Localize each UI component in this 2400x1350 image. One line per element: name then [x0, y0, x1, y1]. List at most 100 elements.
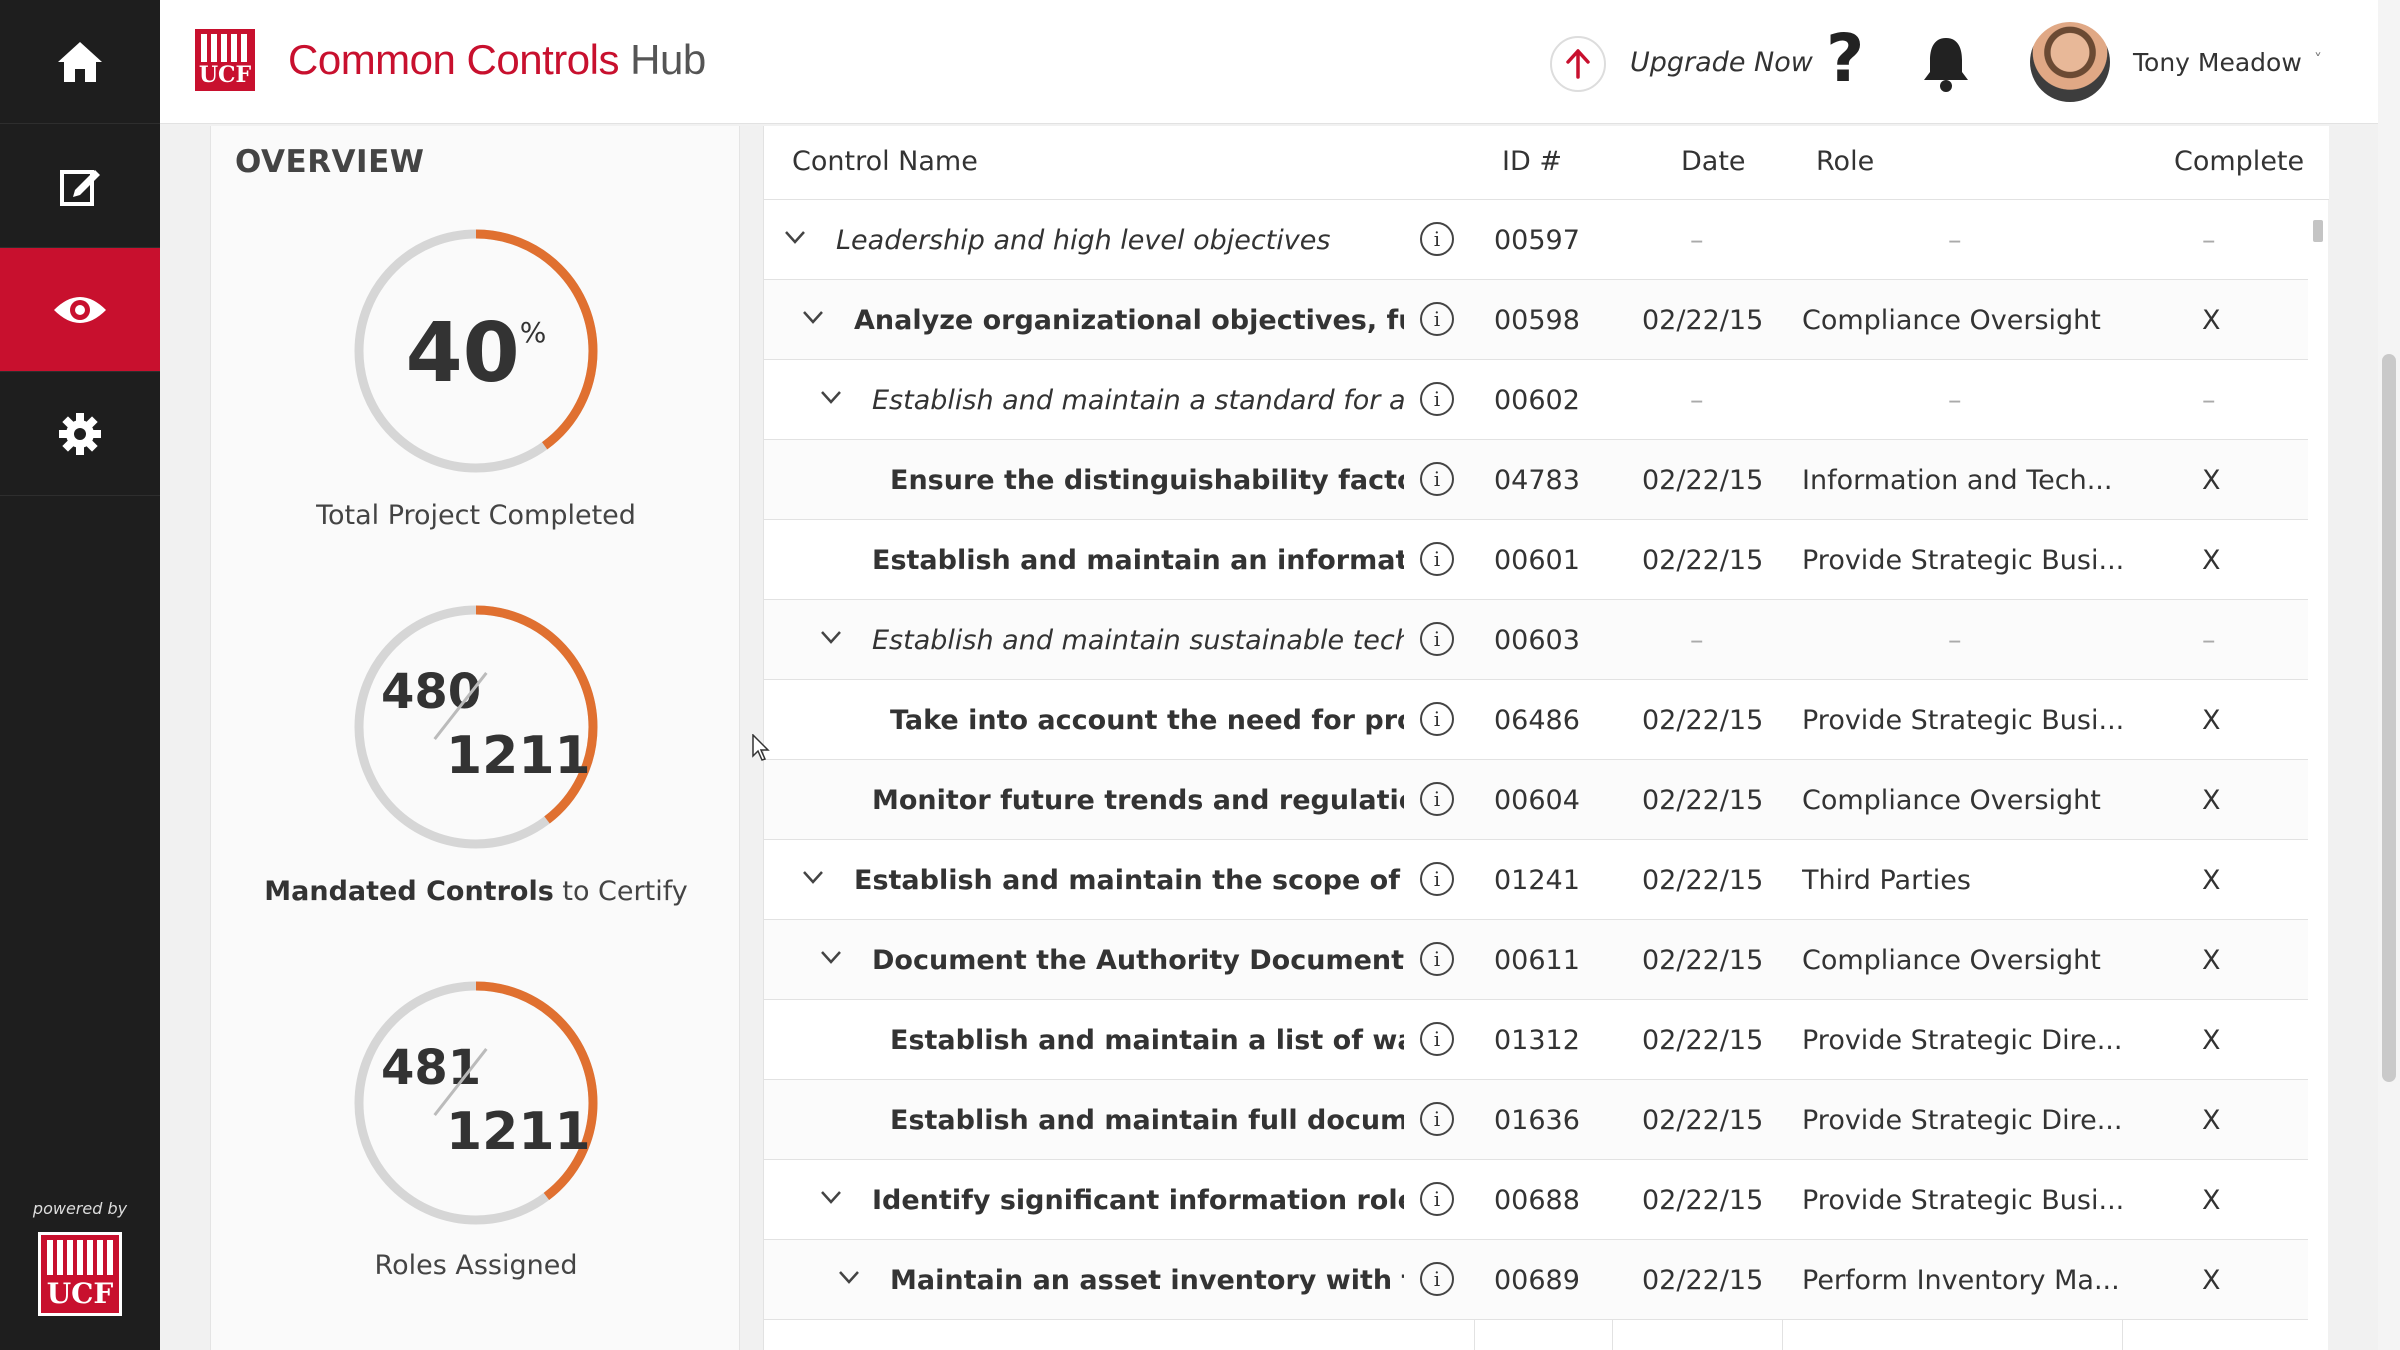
ring-roles-assigned: 481 1211 [351, 978, 601, 1228]
control-name[interactable]: Ensure the distinguishability facto... [890, 440, 1404, 520]
sidebar-item-home[interactable] [0, 0, 160, 124]
chevron-down-icon[interactable] [838, 1266, 860, 1288]
control-complete: X [2202, 304, 2221, 336]
control-name[interactable]: Establish and maintain sustainable techn… [872, 600, 1404, 680]
info-icon[interactable]: i [1420, 862, 1454, 896]
info-icon[interactable]: i [1420, 222, 1454, 256]
sidebar-item-settings[interactable] [0, 372, 160, 496]
table-row[interactable]: Document the Authority Documents... i 0061… [764, 920, 2308, 1000]
table-row[interactable]: Monitor future trends and regulatio... i 0… [764, 760, 2308, 840]
info-icon[interactable]: i [1420, 462, 1454, 496]
sidebar: powered by UCF [0, 0, 160, 1350]
control-complete: – [2202, 224, 2216, 256]
table-row[interactable]: Take into account the need for pro... i 06… [764, 680, 2308, 760]
control-name[interactable]: Establish and maintain the scope of t... [854, 840, 1404, 920]
table-row[interactable]: Ensure the distinguishability facto... i 0… [764, 440, 2308, 520]
control-name[interactable]: Document the Authority Documents... [872, 920, 1404, 1000]
control-date: 02/22/15 [1642, 1024, 1764, 1056]
chevron-down-icon[interactable] [820, 626, 842, 648]
ring-caption-roles: Roles Assigned [374, 1250, 578, 1281]
chevron-down-icon[interactable] [820, 1186, 842, 1208]
upgrade-arrow-icon[interactable] [1550, 36, 1606, 92]
control-name[interactable]: Establish and maintain an informati... [872, 520, 1404, 600]
info-icon[interactable]: i [1420, 1022, 1454, 1056]
control-name[interactable]: Identify significant information role... [872, 1160, 1404, 1240]
control-name[interactable]: Establish and maintain a standard for as… [872, 360, 1404, 440]
column-header-id[interactable]: ID # [1502, 146, 1562, 177]
info-icon[interactable]: i [1420, 382, 1454, 416]
page-scrollbar-thumb[interactable] [2382, 354, 2396, 1082]
upgrade-now-link[interactable]: Upgrade Now [1630, 47, 1813, 78]
chevron-down-icon[interactable] [820, 946, 842, 968]
ring-mandated-controls: 480 1211 [351, 602, 601, 852]
table-row[interactable]: Leadership and high level objectives i 005… [764, 200, 2308, 280]
ucf-logo[interactable]: UCF [192, 26, 258, 94]
table-row[interactable]: Analyze organizational objectives, fun..… [764, 280, 2308, 360]
table-row[interactable]: Establish and maintain a list of wa... i 0… [764, 1000, 2308, 1080]
table-row[interactable]: Maintain an asset inventory with t... i 00… [764, 1240, 2308, 1320]
info-icon[interactable]: i [1420, 1182, 1454, 1216]
control-id: 00601 [1494, 544, 1580, 576]
table-row[interactable]: Establish and maintain sustainable techn… [764, 600, 2308, 680]
control-date: 02/22/15 [1642, 544, 1764, 576]
control-name[interactable]: Establish and maintain a list of wa... [890, 1000, 1404, 1080]
table-row[interactable]: Establish and maintain the scope of t...… [764, 840, 2308, 920]
control-complete: – [2202, 624, 2216, 656]
column-header-control-name[interactable]: Control Name [792, 146, 978, 177]
bell-icon[interactable] [1920, 34, 1972, 96]
page-scrollbar[interactable] [2378, 0, 2400, 1350]
control-complete: X [2202, 944, 2221, 976]
control-role: Compliance Oversight [1802, 304, 2101, 336]
info-icon[interactable]: i [1420, 1102, 1454, 1136]
edit-icon [60, 169, 100, 206]
chevron-down-icon[interactable] [784, 226, 806, 248]
ring-total-completed: 40% [351, 226, 601, 476]
chevron-down-icon[interactable] [802, 866, 824, 888]
control-name[interactable]: Establish and maintain full docum... [890, 1080, 1404, 1160]
control-role: Third Parties [1802, 864, 1971, 896]
help-icon[interactable]: ? [1826, 26, 1864, 92]
user-name[interactable]: Tony Meadow [2133, 48, 2302, 77]
table-row[interactable]: Establish and maintain a standard for as… [764, 360, 2308, 440]
table-row[interactable]: Identify significant information role...… [764, 1160, 2308, 1240]
control-name[interactable]: Take into account the need for pro... [890, 680, 1404, 760]
control-complete: X [2202, 464, 2221, 496]
control-date: 02/22/15 [1642, 864, 1764, 896]
info-icon[interactable]: i [1420, 542, 1454, 576]
overview-panel: OVERVIEW 40% Total Project Completed 480… [210, 126, 740, 1350]
control-complete: X [2202, 1024, 2221, 1056]
avatar[interactable] [2030, 22, 2110, 102]
app-title-main: Common Controls [288, 36, 619, 83]
info-icon[interactable]: i [1420, 942, 1454, 976]
info-icon[interactable]: i [1420, 702, 1454, 736]
control-date: – [1690, 624, 1704, 656]
info-icon[interactable]: i [1420, 302, 1454, 336]
control-name[interactable]: Leadership and high level objectives [836, 200, 1330, 280]
chevron-down-icon[interactable] [820, 386, 842, 408]
info-icon[interactable]: i [1420, 622, 1454, 656]
control-name[interactable]: Maintain an asset inventory with t... [890, 1240, 1404, 1320]
info-icon[interactable]: i [1420, 1262, 1454, 1296]
control-role: Provide Strategic Busi... [1802, 544, 2125, 576]
chevron-down-icon[interactable]: ˅ [2314, 50, 2322, 69]
control-id: 04783 [1494, 464, 1580, 496]
column-header-role[interactable]: Role [1816, 146, 1874, 177]
control-id: 00602 [1494, 384, 1580, 416]
control-role: – [1948, 624, 1962, 656]
sidebar-item-view[interactable] [0, 248, 160, 372]
table-row[interactable]: Establish and maintain full docum... i 016… [764, 1080, 2308, 1160]
control-name[interactable]: Monitor future trends and regulatio... [872, 760, 1404, 840]
table-row[interactable]: Establish and maintain an informati... i 0… [764, 520, 2308, 600]
control-role: Perform Inventory Ma... [1802, 1264, 2120, 1296]
control-name[interactable]: Analyze organizational objectives, fun..… [854, 280, 1404, 360]
control-date: 02/22/15 [1642, 1184, 1764, 1216]
column-header-date[interactable]: Date [1681, 146, 1746, 177]
column-header-complete[interactable]: Complete [2174, 146, 2304, 177]
table-scrollbar-thumb[interactable] [2313, 220, 2323, 242]
control-id: 00688 [1494, 1184, 1580, 1216]
sidebar-item-edit[interactable] [0, 124, 160, 248]
info-icon[interactable]: i [1420, 782, 1454, 816]
chevron-down-icon[interactable] [802, 306, 824, 328]
ring-caption-total: Total Project Completed [316, 500, 636, 531]
table-scrollbar[interactable] [2308, 210, 2328, 1350]
